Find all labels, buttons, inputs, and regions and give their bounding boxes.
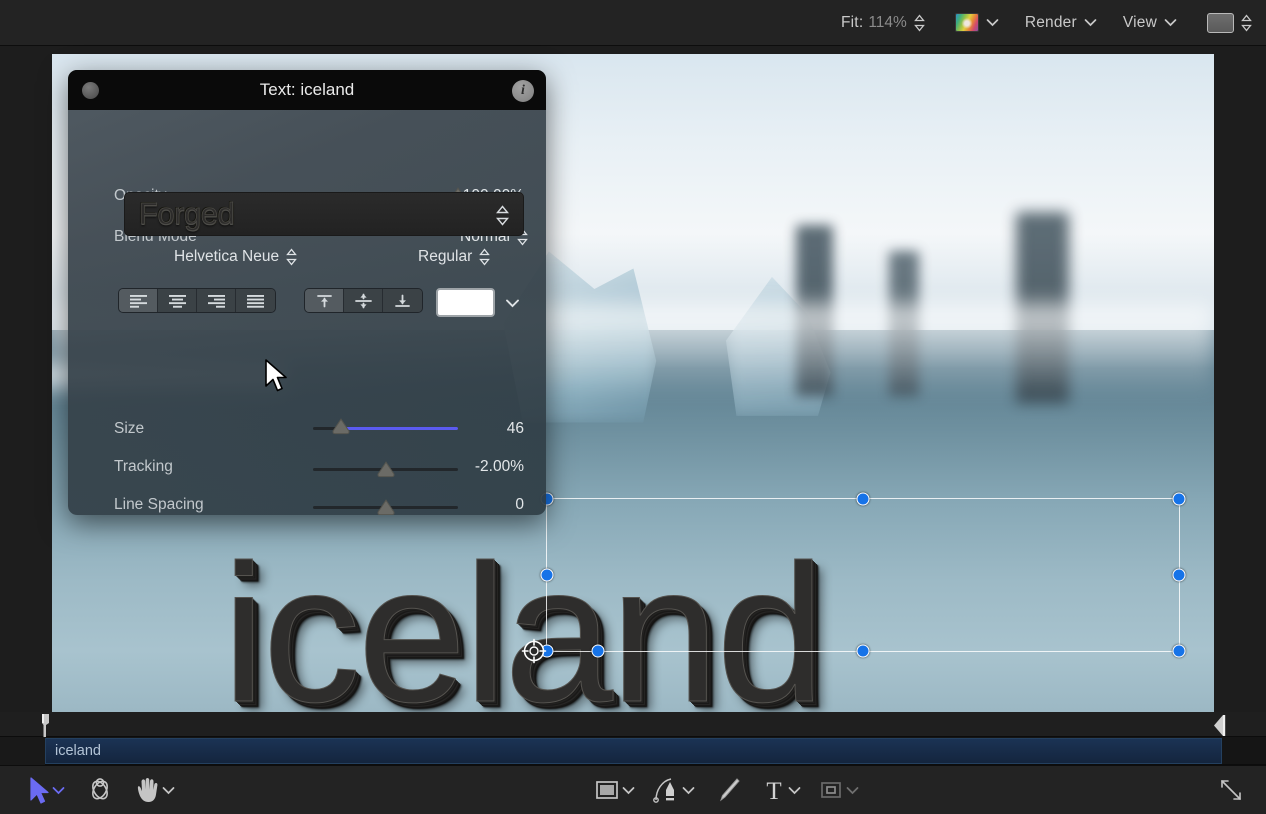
selection-bounding-box[interactable]: [546, 498, 1180, 652]
tools-toolbar: T: [0, 765, 1266, 814]
font-family-value: Helvetica Neue: [174, 248, 279, 266]
resize-handle-bottom-inner[interactable]: [591, 645, 604, 658]
timeline-clip-label: iceland: [55, 743, 101, 759]
resize-handle-middle-right[interactable]: [1173, 569, 1186, 582]
timeline-ruler[interactable]: [0, 712, 1266, 737]
tracking-value[interactable]: -2.00%: [475, 458, 524, 476]
font-style-select[interactable]: Regular: [418, 248, 490, 266]
bezier-tool-menu[interactable]: [680, 773, 696, 807]
text-color-swatch[interactable]: [436, 288, 495, 317]
text-style-preset-name: Forged: [139, 196, 234, 232]
bezier-tool[interactable]: [652, 773, 680, 807]
stepper-icon[interactable]: [479, 248, 490, 266]
align-middle-icon[interactable]: [344, 289, 383, 312]
stepper-icon[interactable]: [1241, 14, 1252, 32]
chevron-down-icon[interactable]: [986, 18, 999, 27]
display-preset-control[interactable]: [1207, 0, 1252, 46]
timeline-area[interactable]: iceland: [0, 712, 1266, 765]
align-center-icon[interactable]: [158, 289, 197, 312]
mask-tool-menu[interactable]: [844, 773, 860, 807]
transform-tool[interactable]: [86, 773, 114, 807]
chevron-down-icon[interactable]: [505, 295, 520, 313]
select-tool[interactable]: [28, 773, 50, 807]
color-channels-control[interactable]: [955, 0, 999, 46]
size-slider-fill: [341, 427, 458, 430]
fit-value: 114%: [868, 14, 907, 32]
pan-tool[interactable]: [134, 773, 160, 807]
motion-app-window: Fit: 114% Render: [0, 0, 1266, 814]
select-tool-menu[interactable]: [50, 773, 66, 807]
playhead-icon[interactable]: [37, 714, 51, 736]
shape-tool-menu[interactable]: [620, 773, 636, 807]
close-icon[interactable]: [82, 82, 99, 99]
fit-label: Fit:: [841, 14, 863, 32]
tracking-slider-thumb[interactable]: [376, 461, 395, 478]
line-spacing-label: Line Spacing: [114, 496, 204, 514]
size-slider-thumb[interactable]: [331, 418, 350, 435]
font-family-select[interactable]: Helvetica Neue: [174, 248, 297, 266]
chevron-down-icon[interactable]: [1164, 18, 1177, 27]
size-label: Size: [114, 420, 144, 438]
text-tool-menu[interactable]: [786, 773, 802, 807]
chevron-down-icon[interactable]: [1084, 18, 1097, 27]
line-spacing-value[interactable]: 0: [515, 496, 524, 514]
stepper-icon[interactable]: [286, 248, 297, 266]
text-hud-panel[interactable]: Text: iceland i Opacity 100.00% Blend Mo…: [68, 70, 546, 515]
line-spacing-slider-thumb[interactable]: [376, 499, 395, 515]
info-icon[interactable]: i: [512, 80, 534, 102]
tracking-slider[interactable]: [313, 468, 458, 471]
line-spacing-slider[interactable]: [313, 506, 458, 509]
text-style-preset-field[interactable]: Forged: [124, 192, 524, 236]
line-spacing-row: Line Spacing 0: [68, 492, 546, 515]
stepper-icon[interactable]: [914, 14, 925, 32]
timeline-track-gutter: [0, 737, 45, 765]
align-right-icon[interactable]: [197, 289, 236, 312]
timeline-clip[interactable]: iceland: [45, 738, 1222, 764]
align-bottom-icon[interactable]: [383, 289, 422, 312]
canvas-top-toolbar: Fit: 114% Render: [0, 0, 1266, 46]
anchor-point-icon[interactable]: [521, 638, 547, 664]
align-justify-icon[interactable]: [236, 289, 275, 312]
size-slider[interactable]: [313, 427, 458, 430]
view-label: View: [1123, 14, 1157, 32]
align-top-icon[interactable]: [305, 289, 344, 312]
size-value[interactable]: 46: [507, 420, 524, 438]
resize-handle-bottom-right[interactable]: [1173, 645, 1186, 658]
size-row: Size 46: [68, 416, 546, 442]
align-left-icon[interactable]: [119, 289, 158, 312]
tracking-row: Tracking -2.00%: [68, 454, 546, 480]
render-menu[interactable]: Render: [1025, 0, 1097, 46]
svg-text:T: T: [766, 778, 781, 804]
fit-control[interactable]: Fit: 114%: [841, 0, 925, 46]
hud-title: Text: iceland: [260, 80, 355, 100]
shape-tool[interactable]: [594, 773, 620, 807]
resize-handle-bottom-center[interactable]: [857, 645, 870, 658]
paint-tool[interactable]: [716, 773, 742, 807]
color-wheel-icon[interactable]: [955, 13, 979, 32]
font-style-value: Regular: [418, 248, 472, 266]
resize-diagonal-icon[interactable]: [1218, 773, 1244, 807]
tracking-label: Tracking: [114, 458, 173, 476]
display-preset-icon[interactable]: [1207, 13, 1234, 33]
resize-handle-top-center[interactable]: [857, 493, 870, 506]
view-menu[interactable]: View: [1123, 0, 1177, 46]
horizontal-alignment-group[interactable]: [118, 288, 276, 313]
mask-tool[interactable]: [818, 773, 844, 807]
pan-tool-menu[interactable]: [160, 773, 176, 807]
resize-handle-middle-left[interactable]: [541, 569, 554, 582]
render-label: Render: [1025, 14, 1077, 32]
stepper-icon[interactable]: [496, 205, 509, 231]
resize-handle-top-right[interactable]: [1173, 493, 1186, 506]
vertical-alignment-group[interactable]: [304, 288, 423, 313]
out-point-icon[interactable]: [1212, 714, 1226, 736]
text-tool[interactable]: T: [762, 773, 786, 807]
hud-titlebar[interactable]: Text: iceland i: [68, 70, 546, 110]
